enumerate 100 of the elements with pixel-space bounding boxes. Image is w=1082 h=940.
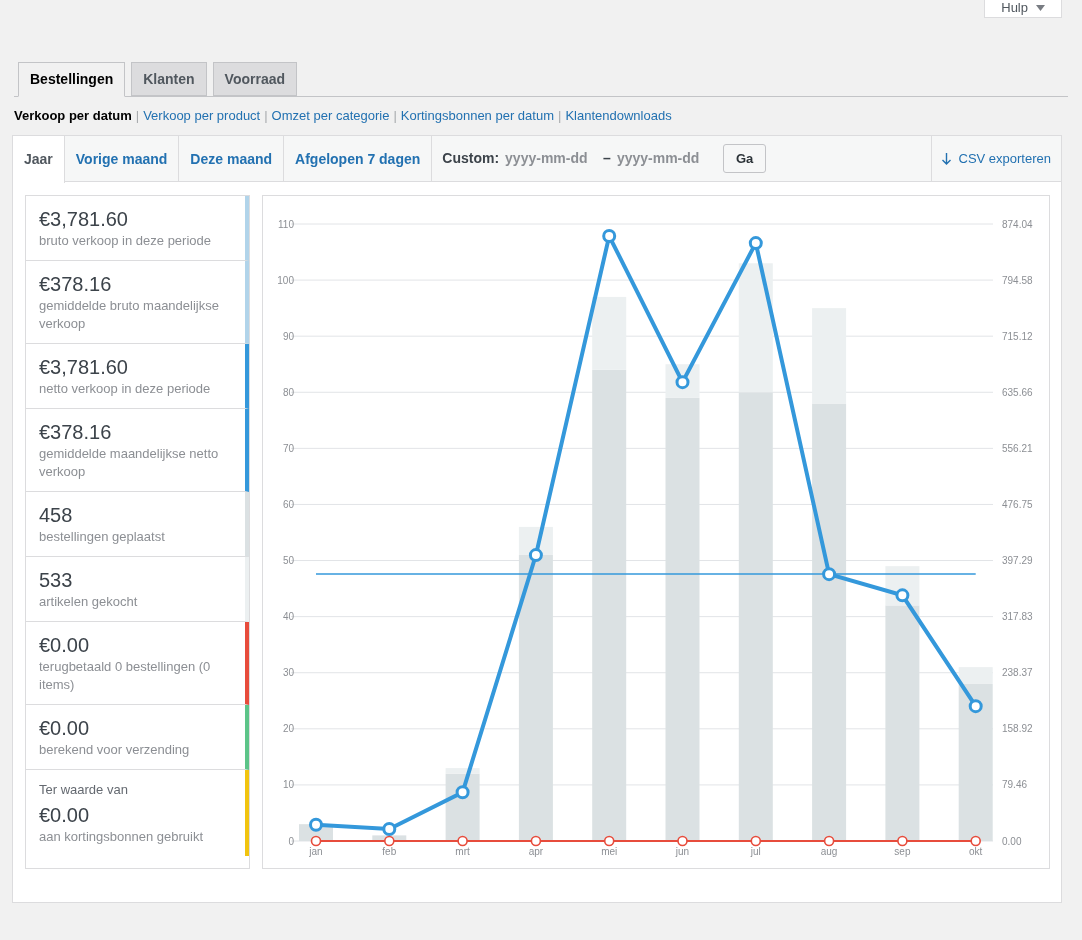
axis-label: 0.00	[1002, 835, 1022, 847]
data-point	[310, 835, 322, 847]
legend-label: berekend voor verzending	[39, 741, 191, 759]
data-point	[602, 229, 617, 244]
tab[interactable]: Klanten	[131, 62, 207, 96]
legend-item[interactable]: €0.00 berekend voor verzending	[26, 705, 249, 770]
axis-label: 70	[282, 442, 294, 454]
data-point	[897, 835, 908, 847]
axis-label: 60	[282, 498, 294, 510]
axis-label: 635.66	[1002, 386, 1033, 398]
range-tab[interactable]: Afgelopen 7 dagen	[284, 136, 433, 182]
axis-label: apr	[528, 846, 544, 857]
axis-label: 110	[278, 218, 294, 230]
legend-label: bruto verkoop in deze periode	[39, 232, 212, 250]
separator: |	[264, 107, 268, 126]
axis-label: 30	[282, 667, 294, 679]
data-point	[457, 835, 468, 847]
separator: |	[393, 107, 397, 126]
legend-item[interactable]: Ter waarde van €0.00 aan kortingsbonnen gebruikt	[26, 770, 249, 856]
axis-label: 715.12	[1002, 330, 1033, 342]
axis-label: 397.29	[1002, 555, 1033, 567]
legend-label: netto verkoop in deze periode	[39, 380, 212, 398]
legend-item[interactable]: €378.16 gemiddelde maandelijkse netto verkoop	[26, 409, 249, 492]
axis-label: 238.37	[1002, 667, 1033, 679]
legend-item[interactable]: €3,781.60 netto verkoop in deze periode	[26, 344, 249, 409]
legend-item[interactable]: 533 artikelen gekocht	[26, 557, 249, 622]
report-link[interactable]: Omzet per categorie	[271, 106, 390, 126]
data-point	[895, 588, 910, 603]
data-point	[970, 835, 981, 847]
report-link[interactable]: Klantendownloads	[565, 106, 672, 126]
axis-label: jul	[750, 846, 761, 857]
legend-item[interactable]: €0.00 terugbetaald 0 bestellingen (0 items)	[26, 622, 249, 705]
axis-label: mei	[601, 846, 618, 857]
range-tab[interactable]: Vorige maand	[64, 136, 180, 182]
legend-prefix: Ter waarde van	[39, 781, 129, 799]
date-field[interactable]: yyyy-mm-dd	[505, 148, 598, 169]
legend-item[interactable]: €3,781.60 bruto verkoop in deze periode	[26, 196, 249, 261]
data-point	[382, 822, 397, 836]
axis-label: mrt	[455, 846, 470, 857]
axis-label: 80	[282, 386, 294, 398]
date-field[interactable]: yyyy-mm-dd	[616, 148, 709, 169]
report-link[interactable]: Verkoop per product	[143, 106, 261, 126]
go-button[interactable]: Ga	[722, 144, 767, 173]
axis-label: 874.04	[1002, 218, 1033, 230]
axis-label: okt	[969, 846, 983, 857]
legend-label: artikelen gekocht	[39, 593, 139, 611]
legend-value: €3,781.60	[39, 355, 129, 380]
tab[interactable]: Voorraad	[212, 62, 298, 96]
download-arrow-icon	[941, 153, 951, 165]
legend-label: gemiddelde maandelijkse netto verkoop	[39, 445, 220, 481]
report-link[interactable]: Kortingsbonnen per datum	[400, 106, 554, 126]
legend-value: €0.00	[39, 802, 91, 828]
axis-label: feb	[382, 846, 397, 857]
data-point	[675, 375, 690, 390]
legend-label: aan kortingsbonnen gebruikt	[39, 827, 205, 846]
data-point	[822, 567, 837, 582]
range-separator: –	[603, 149, 611, 168]
legend-item[interactable]: 458 bestellingen geplaatst	[26, 492, 249, 557]
data-point	[750, 835, 762, 847]
range-tab[interactable]: Jaar	[13, 136, 65, 183]
legend-value: €0.00	[39, 716, 91, 741]
caret-icon	[1036, 5, 1045, 11]
help-button[interactable]: Hulp	[984, 0, 1062, 18]
axis-label: 476.75	[1002, 498, 1033, 510]
axis-label: 100	[277, 274, 294, 286]
legend-label: gemiddelde bruto maandelijkse verkoop	[39, 297, 220, 333]
separator: |	[135, 107, 140, 126]
axis-label: 794.58	[1002, 274, 1033, 286]
axis-label: sep	[894, 846, 911, 857]
data-point	[455, 785, 470, 800]
data-point	[309, 817, 323, 832]
data-point	[677, 835, 688, 847]
axis-label: jan	[309, 846, 323, 857]
axis-label: 50	[282, 555, 294, 567]
data-point	[384, 835, 395, 847]
axis-label: 0	[288, 835, 294, 847]
legend-value: 458	[39, 503, 74, 528]
axis-label: 158.92	[1002, 723, 1033, 735]
range-tab[interactable]: Deze maand	[179, 136, 285, 182]
legend-label: terugbetaald 0 bestellingen (0 items)	[39, 658, 212, 694]
legend-label: bestellingen geplaatst	[39, 528, 166, 546]
legend-value: €3,781.60	[39, 207, 129, 232]
legend-value: €378.16	[39, 420, 113, 445]
separator: |	[558, 107, 562, 126]
axis-label: 20	[282, 723, 294, 735]
data-point	[968, 699, 983, 714]
data-point	[823, 835, 835, 847]
axis-label: 556.21	[1002, 442, 1033, 454]
export-link[interactable]: CSV exporteren	[930, 136, 1061, 182]
axis-label: 79.46	[1002, 779, 1028, 791]
data-point	[528, 548, 543, 563]
tab[interactable]: Bestellingen	[18, 62, 126, 97]
data-point	[530, 835, 542, 847]
legend-value: €378.16	[39, 272, 113, 297]
report-link[interactable]: Verkoop per datum	[14, 106, 132, 126]
custom-label: Custom:	[442, 149, 500, 168]
legend-item[interactable]: €378.16 gemiddelde bruto maandelijkse verkoop	[26, 261, 249, 344]
legend-value: 533	[39, 568, 74, 593]
legend-value: €0.00	[39, 633, 91, 658]
data-point	[748, 236, 763, 251]
